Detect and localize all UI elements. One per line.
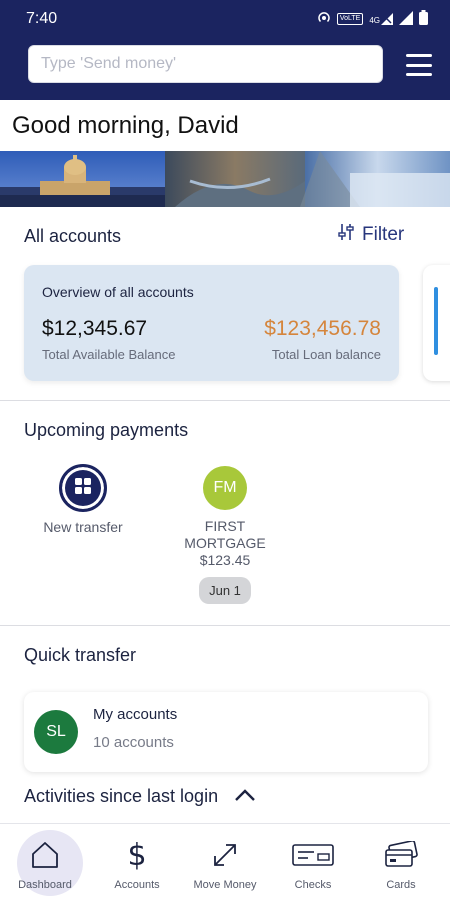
cards-icon [356,838,446,872]
total-available-label: Total Available Balance [42,347,176,362]
search-input[interactable] [29,46,382,82]
volte-icon: VoLTE [336,13,364,25]
signal-bars-icon [399,10,413,28]
payment-date-chip: Jun 1 [199,577,251,604]
accounts-overview-card[interactable]: Overview of all accounts $12,345.67 Tota… [24,265,399,381]
payment-amount: $123.45 [199,552,251,568]
grid-icon [74,477,92,500]
nav-cards[interactable]: Cards [356,824,446,901]
check-icon [268,838,358,872]
section-divider [0,400,450,401]
payee-name: FIRST MORTGAGE [170,518,280,552]
total-loan-label: Total Loan balance [271,347,381,362]
nav-label-accounts: Accounts [114,879,160,891]
status-icons: VoLTE 4G [317,10,428,28]
new-transfer-circle [59,464,107,512]
my-accounts-card[interactable]: SL My accounts 10 accounts [24,692,428,772]
signal-4g-icon: 4G [369,13,393,25]
total-available-balance: $12,345.67 [42,317,148,340]
banner-image [0,151,450,207]
nav-accounts[interactable]: $ Accounts [92,824,182,901]
payee-name-line2: MORTGAGE [184,535,266,551]
bottom-navigation: Dashboard $ Accounts Move Money Checks C… [0,823,450,900]
nav-dashboard[interactable]: Dashboard [0,824,90,901]
nav-move-money[interactable]: Move Money [180,824,270,901]
payee-name-line1: FIRST [204,518,246,534]
status-bar: 7:40 VoLTE 4G [0,0,450,38]
status-time: 7:40 [26,10,58,27]
chevron-up-icon [234,786,256,807]
hotspot-icon [317,11,331,28]
activities-title: Activities since last login [24,786,219,806]
quick-transfer-title: Quick transfer [24,645,137,665]
payment-first-mortgage[interactable]: FM FIRST MORTGAGE $123.45 Jun 1 [170,466,280,604]
search-box[interactable] [28,45,383,83]
greeting-text: Good morning, David [12,112,239,139]
nav-label-dashboard: Dashboard [18,879,72,891]
my-accounts-title: My accounts [93,706,178,723]
accounts-count: 10 accounts [93,734,174,751]
home-icon [0,838,90,872]
overview-title: Overview of all accounts [42,284,194,300]
filter-label: Filter [362,224,405,245]
dollar-icon: $ [127,837,147,873]
activities-toggle[interactable]: Activities since last login [24,786,256,807]
nav-label-checks: Checks [294,879,332,891]
move-arrows-icon [180,838,270,872]
app-header: 7:40 VoLTE 4G [0,0,450,100]
payee-avatar: FM [203,466,247,510]
upcoming-payments-title: Upcoming payments [24,420,189,440]
total-loan-balance: $123,456.78 [264,317,381,340]
network-type-label: 4G [369,16,380,25]
nav-label-cards: Cards [386,879,416,891]
nav-checks[interactable]: Checks [268,824,358,901]
new-transfer-button[interactable]: New transfer [30,464,136,536]
account-avatar: SL [34,710,78,754]
section-divider [0,625,450,626]
new-transfer-label: New transfer [43,519,123,535]
hamburger-menu-icon[interactable] [406,54,432,76]
next-account-card-peek[interactable] [423,265,450,381]
nav-label-move-money: Move Money [193,879,257,891]
card-accent-bar [434,287,438,355]
filter-sliders-icon [338,223,354,247]
all-accounts-title: All accounts [24,226,122,246]
filter-button[interactable]: Filter [338,223,404,247]
battery-icon [419,10,428,28]
